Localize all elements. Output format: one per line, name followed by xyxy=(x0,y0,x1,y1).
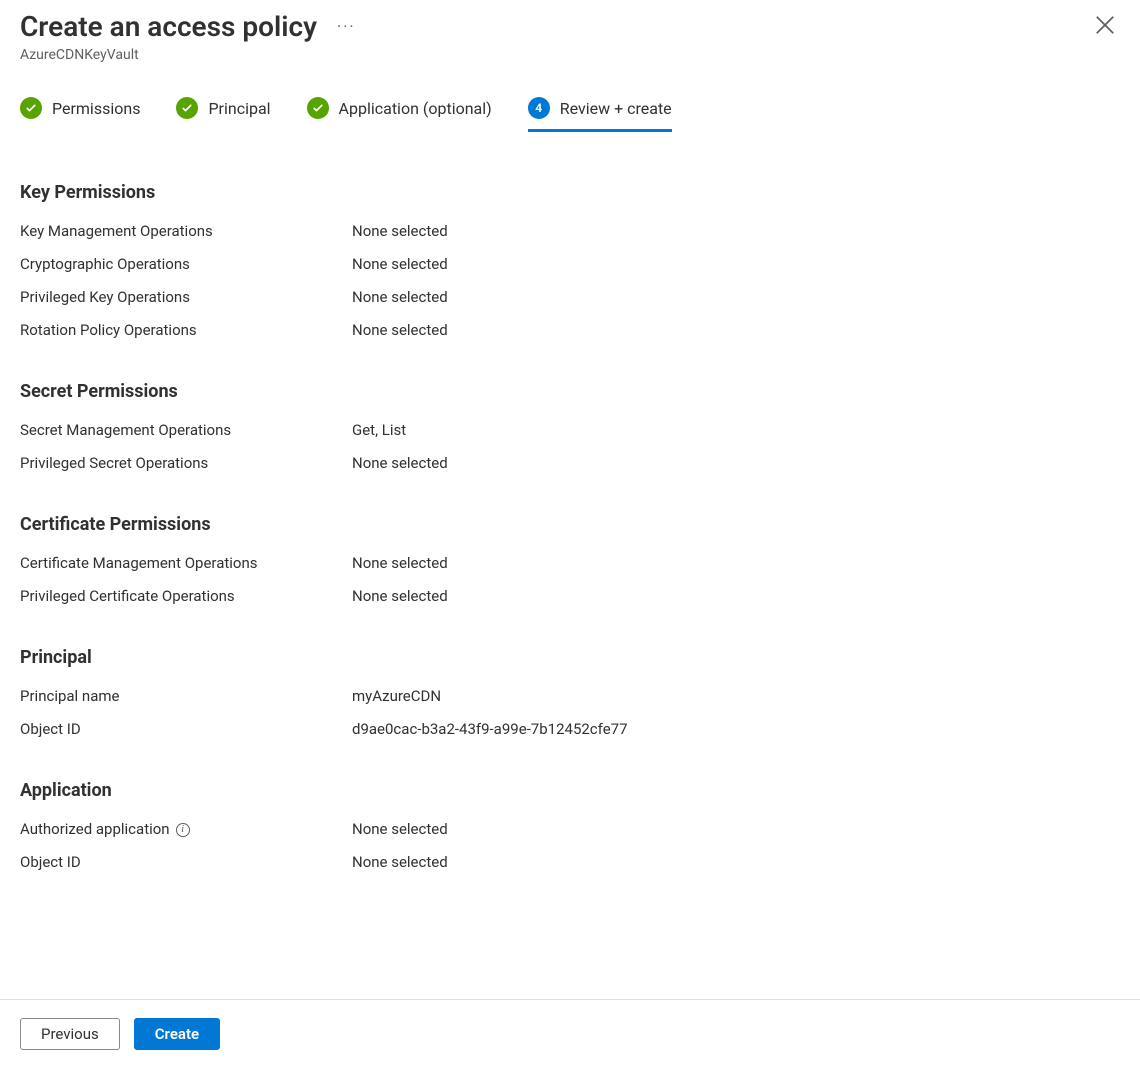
create-access-policy-panel: Create an access policy ··· AzureCDNKeyV… xyxy=(0,0,1140,1074)
tab-label: Application (optional) xyxy=(339,99,492,118)
close-button[interactable] xyxy=(1094,14,1116,36)
kv-row: Secret Management Operations Get, List xyxy=(20,420,1120,441)
kv-label: Privileged Key Operations xyxy=(20,287,352,308)
kv-label: Principal name xyxy=(20,686,352,707)
check-icon xyxy=(176,97,198,119)
check-icon xyxy=(307,97,329,119)
kv-row: Privileged Secret Operations None select… xyxy=(20,453,1120,474)
previous-button[interactable]: Previous xyxy=(20,1018,120,1050)
tab-label: Permissions xyxy=(52,99,140,118)
kv-label: Privileged Secret Operations xyxy=(20,453,352,474)
kv-label: Object ID xyxy=(20,852,352,873)
kv-row: Object ID d9ae0cac-b3a2-43f9-a99e-7b1245… xyxy=(20,719,1120,740)
kv-value: None selected xyxy=(352,586,1120,607)
info-icon[interactable]: i xyxy=(176,823,190,837)
kv-label: Key Management Operations xyxy=(20,221,352,242)
kv-label: Authorized application i xyxy=(20,819,352,840)
kv-value: None selected xyxy=(352,553,1120,574)
tab-review-create[interactable]: 4 Review + create xyxy=(528,97,672,132)
tab-permissions[interactable]: Permissions xyxy=(20,97,140,132)
kv-row: Privileged Key Operations None selected xyxy=(20,287,1120,308)
page-subtitle: AzureCDNKeyVault xyxy=(20,47,1120,63)
kv-label: Cryptographic Operations xyxy=(20,254,352,275)
section-title-secret-permissions: Secret Permissions xyxy=(20,381,1120,402)
section-title-principal: Principal xyxy=(20,647,1120,668)
kv-value: None selected xyxy=(352,254,1120,275)
kv-label: Privileged Certificate Operations xyxy=(20,586,352,607)
kv-value: myAzureCDN xyxy=(352,686,1120,707)
kv-label: Secret Management Operations xyxy=(20,420,352,441)
kv-value: None selected xyxy=(352,453,1120,474)
more-actions-button[interactable]: ··· xyxy=(337,19,356,35)
close-icon xyxy=(1094,14,1116,36)
kv-label-text: Authorized application xyxy=(20,819,170,840)
check-icon xyxy=(20,97,42,119)
kv-row: Object ID None selected xyxy=(20,852,1120,873)
header-row: Create an access policy ··· xyxy=(20,10,1120,43)
section-title-certificate-permissions: Certificate Permissions xyxy=(20,514,1120,535)
kv-row: Privileged Certificate Operations None s… xyxy=(20,586,1120,607)
kv-value: None selected xyxy=(352,221,1120,242)
kv-label: Rotation Policy Operations xyxy=(20,320,352,341)
page-title: Create an access policy xyxy=(20,10,317,43)
section-title-key-permissions: Key Permissions xyxy=(20,182,1120,203)
kv-row: Rotation Policy Operations None selected xyxy=(20,320,1120,341)
kv-value: None selected xyxy=(352,852,1120,873)
kv-label: Object ID xyxy=(20,719,352,740)
tab-label: Principal xyxy=(208,99,270,118)
kv-row: Authorized application i None selected xyxy=(20,819,1120,840)
create-button[interactable]: Create xyxy=(134,1018,220,1050)
kv-row: Cryptographic Operations None selected xyxy=(20,254,1120,275)
kv-value: None selected xyxy=(352,287,1120,308)
step-number-icon: 4 xyxy=(528,97,550,119)
kv-value: Get, List xyxy=(352,420,1120,441)
kv-row: Principal name myAzureCDN xyxy=(20,686,1120,707)
kv-row: Certificate Management Operations None s… xyxy=(20,553,1120,574)
tab-principal[interactable]: Principal xyxy=(176,97,270,132)
tab-application[interactable]: Application (optional) xyxy=(307,97,492,132)
section-title-application: Application xyxy=(20,780,1120,801)
kv-value: None selected xyxy=(352,819,1120,840)
wizard-tabs: Permissions Principal Application (optio… xyxy=(20,97,1120,132)
kv-value: None selected xyxy=(352,320,1120,341)
footer-actions: Previous Create xyxy=(0,999,1140,1074)
kv-row: Key Management Operations None selected xyxy=(20,221,1120,242)
tab-label: Review + create xyxy=(560,99,672,118)
kv-value: d9ae0cac-b3a2-43f9-a99e-7b12452cfe77 xyxy=(352,719,1120,740)
kv-label: Certificate Management Operations xyxy=(20,553,352,574)
